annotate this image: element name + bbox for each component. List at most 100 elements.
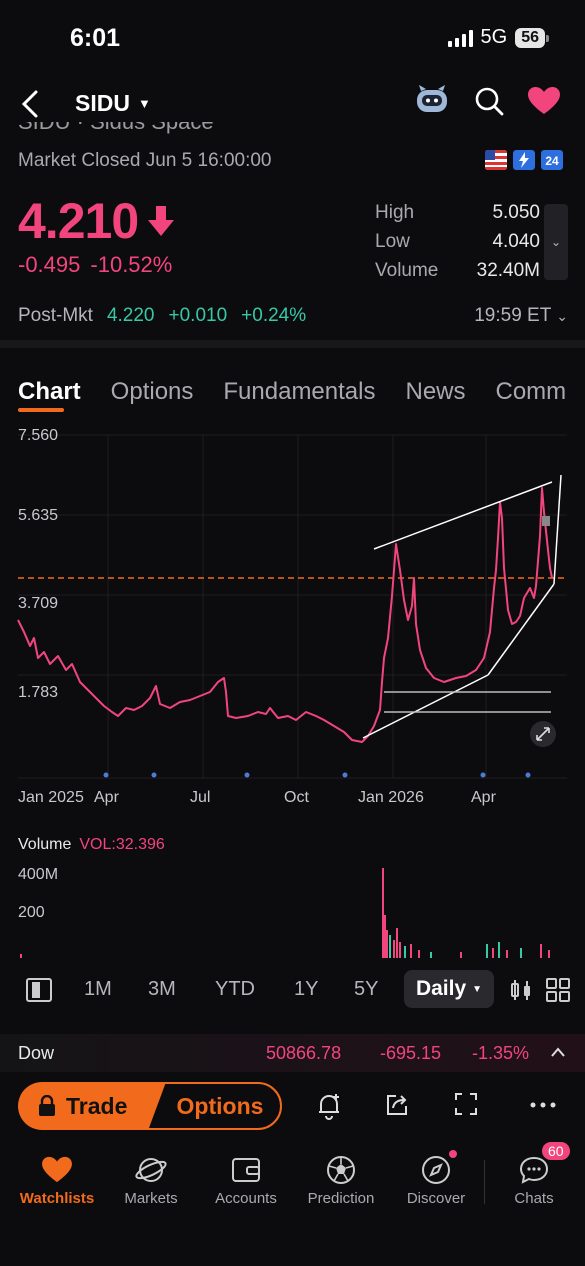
down-arrow-icon	[148, 206, 175, 236]
24-hour-badge-icon: 24	[541, 150, 563, 170]
candlestick-icon[interactable]	[510, 978, 532, 1002]
x-axis-label: Apr	[471, 789, 496, 806]
tab-watchlists[interactable]: Watchlists	[7, 1150, 107, 1207]
tab-discover[interactable]: Discover	[386, 1150, 486, 1207]
high-value: 5.050	[492, 202, 540, 223]
index-ticker-bar[interactable]: Dow 50866.78 -695.15 -1.35%	[0, 1034, 585, 1072]
grid-icon[interactable]	[546, 978, 570, 1002]
chevron-down-icon: ▼	[137, 96, 151, 111]
wallet-icon	[232, 1158, 260, 1182]
back-arrow-icon[interactable]	[16, 86, 46, 122]
content-tabs: Chart Options Fundamentals News Comm	[18, 378, 567, 412]
tab-fundamentals[interactable]: Fundamentals	[223, 378, 375, 406]
tab-chart[interactable]: Chart	[18, 378, 81, 412]
price-line	[17, 487, 553, 743]
tab-label: Discover	[406, 1190, 466, 1207]
trade-label: Trade	[66, 1092, 128, 1119]
price-chart[interactable]	[0, 420, 585, 960]
options-button[interactable]: Options	[144, 1082, 282, 1130]
planet-icon	[135, 1158, 167, 1182]
search-icon[interactable]	[473, 85, 505, 117]
tab-markets[interactable]: Markets	[101, 1150, 201, 1207]
volume-title: Volume	[18, 836, 72, 853]
robot-assistant-icon[interactable]	[413, 84, 451, 118]
notification-dot	[449, 1150, 457, 1158]
period-ytd[interactable]: YTD	[215, 978, 255, 1001]
volume-reading: VOL:32.396	[79, 836, 165, 853]
bottom-tab-bar: Watchlists Markets Accounts Prediction D…	[0, 1142, 585, 1220]
trade-options-group: Trade Options	[18, 1082, 282, 1130]
share-icon[interactable]	[384, 1092, 410, 1118]
favorite-heart-icon[interactable]	[527, 86, 561, 116]
x-axis-label: Jan 2025	[18, 789, 84, 806]
change-percent: -10.52%	[90, 252, 173, 277]
soccer-ball-icon	[327, 1156, 355, 1184]
current-price: 4.210	[18, 192, 176, 250]
lightning-badge-icon	[513, 150, 535, 170]
post-market-label: Post-Mkt	[18, 305, 93, 326]
post-market-percent: +0.24%	[241, 305, 307, 326]
x-axis-label: Jul	[190, 789, 211, 806]
post-market-time: 19:59 ET ⌄	[474, 305, 568, 326]
volume-bars	[20, 868, 550, 958]
fullscreen-icon[interactable]	[454, 1092, 478, 1116]
chevron-up-icon[interactable]	[550, 1046, 566, 1058]
period-daily-label: Daily	[415, 977, 467, 1000]
x-axis-label: Oct	[284, 789, 309, 806]
expand-stats-icon[interactable]: ⌄	[544, 204, 568, 280]
tab-prediction[interactable]: Prediction	[291, 1150, 391, 1207]
volume-label: Volume	[375, 260, 439, 281]
network-label: 5G	[480, 26, 508, 48]
chart-grid	[18, 434, 567, 779]
layout-toggle-icon[interactable]	[26, 978, 52, 1002]
battery-icon: 56	[515, 27, 549, 48]
heart-icon	[42, 1156, 72, 1183]
tab-community[interactable]: Comm	[496, 378, 567, 406]
tab-label: Accounts	[215, 1190, 277, 1207]
index-value: 50866.78	[266, 1043, 342, 1063]
unread-badge: 60	[542, 1142, 570, 1160]
period-5y[interactable]: 5Y	[354, 978, 378, 1001]
post-market-change: +0.010	[168, 305, 228, 326]
volume-axis-label: 200	[18, 904, 45, 921]
tab-label: Chats	[514, 1190, 554, 1207]
tab-divider	[484, 1160, 485, 1204]
period-daily-dropdown[interactable]: Daily ▼	[404, 970, 494, 1008]
status-indicators: 5G 56	[447, 26, 549, 49]
post-market-row[interactable]: Post-Mkt 4.220 +0.010 +0.24% 19:59 ET ⌄	[18, 305, 568, 327]
more-icon[interactable]	[530, 1102, 556, 1108]
fullscreen-chart-icon	[530, 721, 556, 747]
tab-chats[interactable]: Chats 60	[484, 1142, 584, 1207]
chevron-down-icon: ▼	[472, 983, 483, 995]
ticker-symbol: SIDU	[75, 90, 130, 116]
tab-accounts[interactable]: Accounts	[196, 1150, 296, 1207]
x-axis-label: Jan 2026	[358, 789, 424, 806]
nav-actions	[413, 84, 561, 118]
price-value: 4.210	[18, 193, 139, 249]
x-axis-label: Apr	[94, 789, 119, 806]
y-axis-label: 3.709	[18, 595, 59, 612]
period-3m[interactable]: 3M	[148, 978, 176, 1001]
price-alert-icon[interactable]	[316, 1092, 342, 1120]
y-axis-label: 1.783	[18, 684, 59, 701]
ticker-selector[interactable]: SIDU ▼	[75, 90, 151, 117]
status-time: 6:01	[70, 24, 121, 52]
period-1y[interactable]: 1Y	[294, 978, 318, 1001]
high-label: High	[375, 202, 415, 223]
company-name-partial: SIDU · Sidus Space	[18, 122, 214, 136]
tab-news[interactable]: News	[405, 378, 465, 406]
svg-text:24: 24	[545, 154, 559, 168]
index-name: Dow	[18, 1043, 55, 1063]
volume-header: Volume VOL:32.396	[18, 836, 165, 854]
index-percent: -1.35%	[472, 1043, 530, 1063]
post-market-price: 4.220	[106, 305, 155, 326]
section-divider	[0, 340, 585, 348]
period-1m[interactable]: 1M	[84, 978, 112, 1001]
low-label: Low	[375, 231, 410, 252]
tab-options[interactable]: Options	[111, 378, 194, 406]
quote-stats: High 5.050 Low 4.040 Volume 32.40M	[375, 202, 540, 289]
price-change: -0.495 -10.52%	[18, 252, 172, 278]
y-axis-label: 5.635	[18, 507, 59, 524]
compass-icon	[422, 1156, 450, 1184]
market-flags: 24	[485, 150, 563, 170]
